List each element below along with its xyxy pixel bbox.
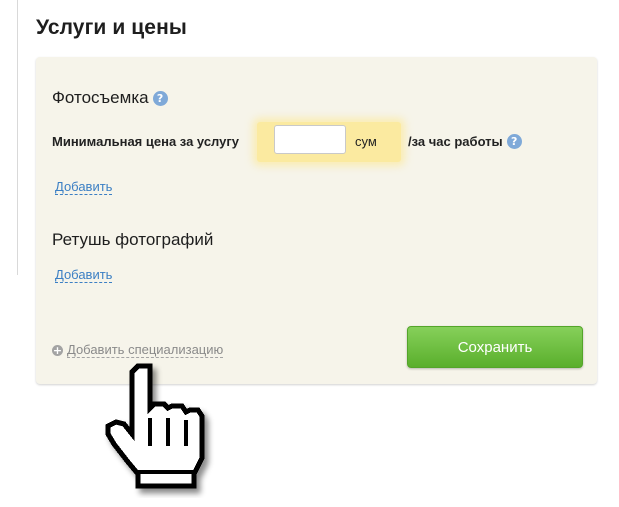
specialization-title-retouch: Ретушь фотографий xyxy=(52,230,213,250)
hand-pointer-icon xyxy=(105,363,205,489)
section-title: Услуги и цены xyxy=(36,16,187,39)
per-hour-text: /за час работы xyxy=(408,134,503,149)
add-specialization-link[interactable]: + Добавить специализацию xyxy=(52,342,224,358)
help-icon[interactable]: ? xyxy=(506,134,522,149)
left-divider xyxy=(17,0,18,275)
add-service-link-photo[interactable]: Добавить xyxy=(55,179,113,195)
add-specialization-label: Добавить специализацию xyxy=(67,342,224,358)
specialization-title-label: Ретушь фотографий xyxy=(52,230,214,249)
plus-circle-icon: + xyxy=(52,344,63,357)
help-icon[interactable]: ? xyxy=(152,91,168,106)
min-price-label: Минимальная цена за услугу xyxy=(52,134,240,149)
add-service-link-retouch[interactable]: Добавить xyxy=(55,267,113,283)
services-panel: Фотосъемка? Минимальная цена за услугу с… xyxy=(36,57,597,384)
min-price-input[interactable] xyxy=(274,125,346,154)
per-hour-label: /за час работы? xyxy=(408,134,522,149)
specialization-title-label: Фотосъемка xyxy=(52,88,149,107)
currency-label: сум xyxy=(355,134,377,149)
save-button[interactable]: Сохранить xyxy=(407,326,583,368)
price-row: Минимальная цена за услугу сум /за час р… xyxy=(52,122,592,162)
specialization-title-photo: Фотосъемка? xyxy=(52,88,168,108)
